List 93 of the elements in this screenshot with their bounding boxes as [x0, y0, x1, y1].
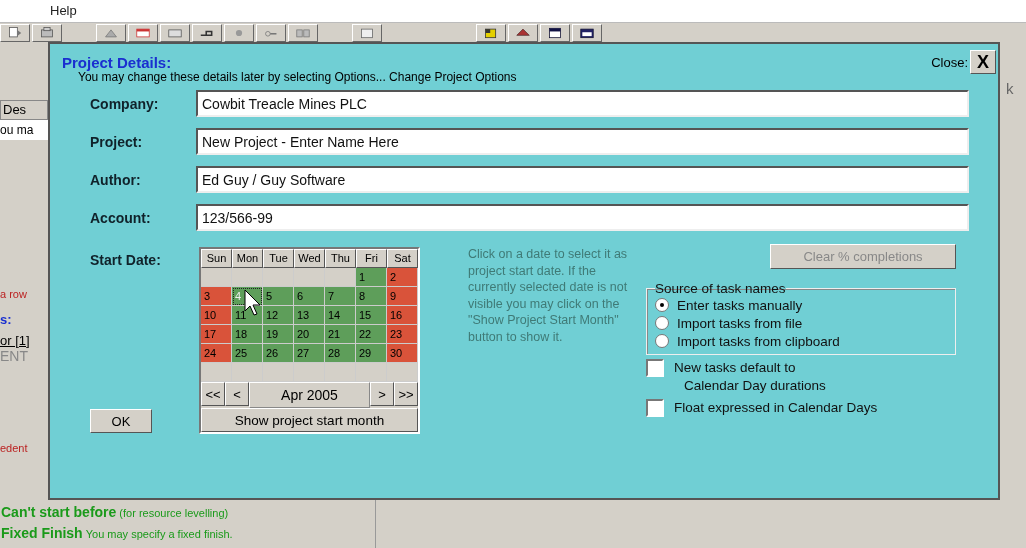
calendar-day[interactable]: 1	[356, 268, 387, 287]
calendar-day[interactable]: 12	[263, 306, 294, 325]
calendar-day[interactable]: 19	[263, 325, 294, 344]
calendar-day[interactable]: 3	[201, 287, 232, 306]
calendar-day[interactable]: 15	[356, 306, 387, 325]
dialog-subtitle: You may change these details later by selecting Options... Change Project Options	[78, 70, 518, 84]
last-month-button[interactable]: >>	[394, 382, 418, 406]
calendar-day[interactable]: 24	[201, 344, 232, 363]
option-note: (for resource levelling)	[119, 507, 229, 519]
toolbar-button[interactable]	[540, 24, 570, 42]
triangle-icon	[103, 26, 119, 40]
weekday-header: Wed	[294, 249, 325, 268]
calendar-day[interactable]: 17	[201, 325, 232, 344]
calendar-day[interactable]: 2	[387, 268, 418, 287]
checkbox-label: New tasks default to Calendar Day durations	[674, 359, 826, 395]
option-label: Enter tasks manually	[677, 297, 803, 313]
checkbox-label: Float expressed in Calendar Days	[674, 399, 878, 417]
option-note: You may specify a fixed finish.	[85, 528, 233, 540]
calendar-day[interactable]: 6	[294, 287, 325, 306]
weekday-header: Mon	[232, 249, 263, 268]
calendar-day[interactable]: 18	[232, 325, 263, 344]
toolbar-button[interactable]	[192, 24, 222, 42]
weekday-header: Sat	[387, 249, 418, 268]
calendar-day[interactable]: 9	[387, 287, 418, 306]
weekday-header: Sun	[201, 249, 232, 268]
radio-button[interactable]	[655, 334, 669, 348]
calendar-day[interactable]: 7	[325, 287, 356, 306]
warning-text: a row	[0, 288, 28, 300]
option-heading: Fixed Finish	[1, 525, 83, 541]
option-label: Import tasks from file	[677, 315, 803, 331]
weekday-header: Fri	[356, 249, 387, 268]
weekday-header: Thu	[325, 249, 356, 268]
checkbox[interactable]	[646, 399, 664, 417]
option-heading: Can't start before	[1, 504, 117, 520]
link[interactable]: or [1]	[0, 333, 48, 348]
checkbox[interactable]	[646, 359, 664, 377]
calendar-day[interactable]: 21	[325, 325, 356, 344]
calendar-day[interactable]: 28	[325, 344, 356, 363]
window-icon	[547, 26, 563, 40]
radio-button[interactable]	[655, 298, 669, 312]
text-line: ENT	[0, 348, 29, 364]
previous-month-button[interactable]: <	[225, 382, 249, 406]
calendar-day[interactable]: 26	[263, 344, 294, 363]
field-label: Account:	[90, 209, 152, 226]
field-label: s:	[0, 312, 13, 327]
first-month-button[interactable]: <<	[201, 382, 225, 406]
field-label: Start Date:	[90, 252, 162, 268]
text-field[interactable]: Ed Guy / Guy Software	[196, 166, 969, 193]
window-icon	[135, 26, 151, 40]
window-icon	[579, 26, 595, 40]
toolbar-button[interactable]	[476, 24, 506, 42]
field-label: Author:	[90, 171, 142, 188]
calendar-day[interactable]: 14	[325, 306, 356, 325]
weekday-header: Tue	[263, 249, 294, 268]
next-month-button[interactable]: >	[370, 382, 394, 406]
calendar-day[interactable]: 8	[356, 287, 387, 306]
calendar-day[interactable]: 5	[263, 287, 294, 306]
calendar-day[interactable]: 13	[294, 306, 325, 325]
calendar-day[interactable]: 23	[387, 325, 418, 344]
field-label: Project:	[90, 133, 144, 150]
warning-text: edent	[0, 442, 29, 454]
show-start-month-button[interactable]: Show project start month	[201, 408, 418, 432]
calendar-day[interactable]: 22	[356, 325, 387, 344]
menu-item[interactable]: Help	[50, 3, 77, 18]
calendar-day[interactable]: 16	[387, 306, 418, 325]
calendar-day[interactable]: 10	[201, 306, 232, 325]
column-header[interactable]: Des	[0, 100, 48, 120]
close-button[interactable]: X	[970, 50, 996, 74]
ok-button[interactable]: OK	[90, 409, 152, 433]
help-text: Click on a date to select it as project start date. If the currently selected date is not visible you may click on the "Show Project Start Month" button to show it.	[468, 246, 628, 346]
calendar-day[interactable]: 30	[387, 344, 418, 363]
calendar-day[interactable]: 27	[294, 344, 325, 363]
window-icon	[359, 26, 375, 40]
toolbar-button[interactable]	[508, 24, 538, 42]
text-line: k	[1006, 80, 1014, 97]
radio-button[interactable]	[655, 316, 669, 330]
panel-icon	[167, 26, 183, 40]
group-title: Source of task names	[655, 281, 786, 296]
calendar-day[interactable]: 25	[232, 344, 263, 363]
columns-icon	[295, 26, 311, 40]
text-field[interactable]: 123/566-99	[196, 204, 969, 231]
option-label: Import tasks from clipboard	[677, 333, 840, 349]
close-label: Close:	[931, 54, 968, 70]
document-arrow-icon	[7, 26, 23, 40]
calendar-day[interactable]: 29	[356, 344, 387, 363]
dialog-title: Project Details:	[62, 54, 172, 71]
text-field[interactable]: Cowbit Treacle Mines PLC	[196, 90, 969, 117]
month-label: Apr 2005	[249, 382, 370, 408]
toolbar-button[interactable]	[572, 24, 602, 42]
field-label: Company:	[90, 95, 160, 112]
printer-icon	[39, 26, 55, 40]
text-field[interactable]: New Project - Enter Name Here	[196, 128, 969, 155]
calendar-day[interactable]: 20	[294, 325, 325, 344]
